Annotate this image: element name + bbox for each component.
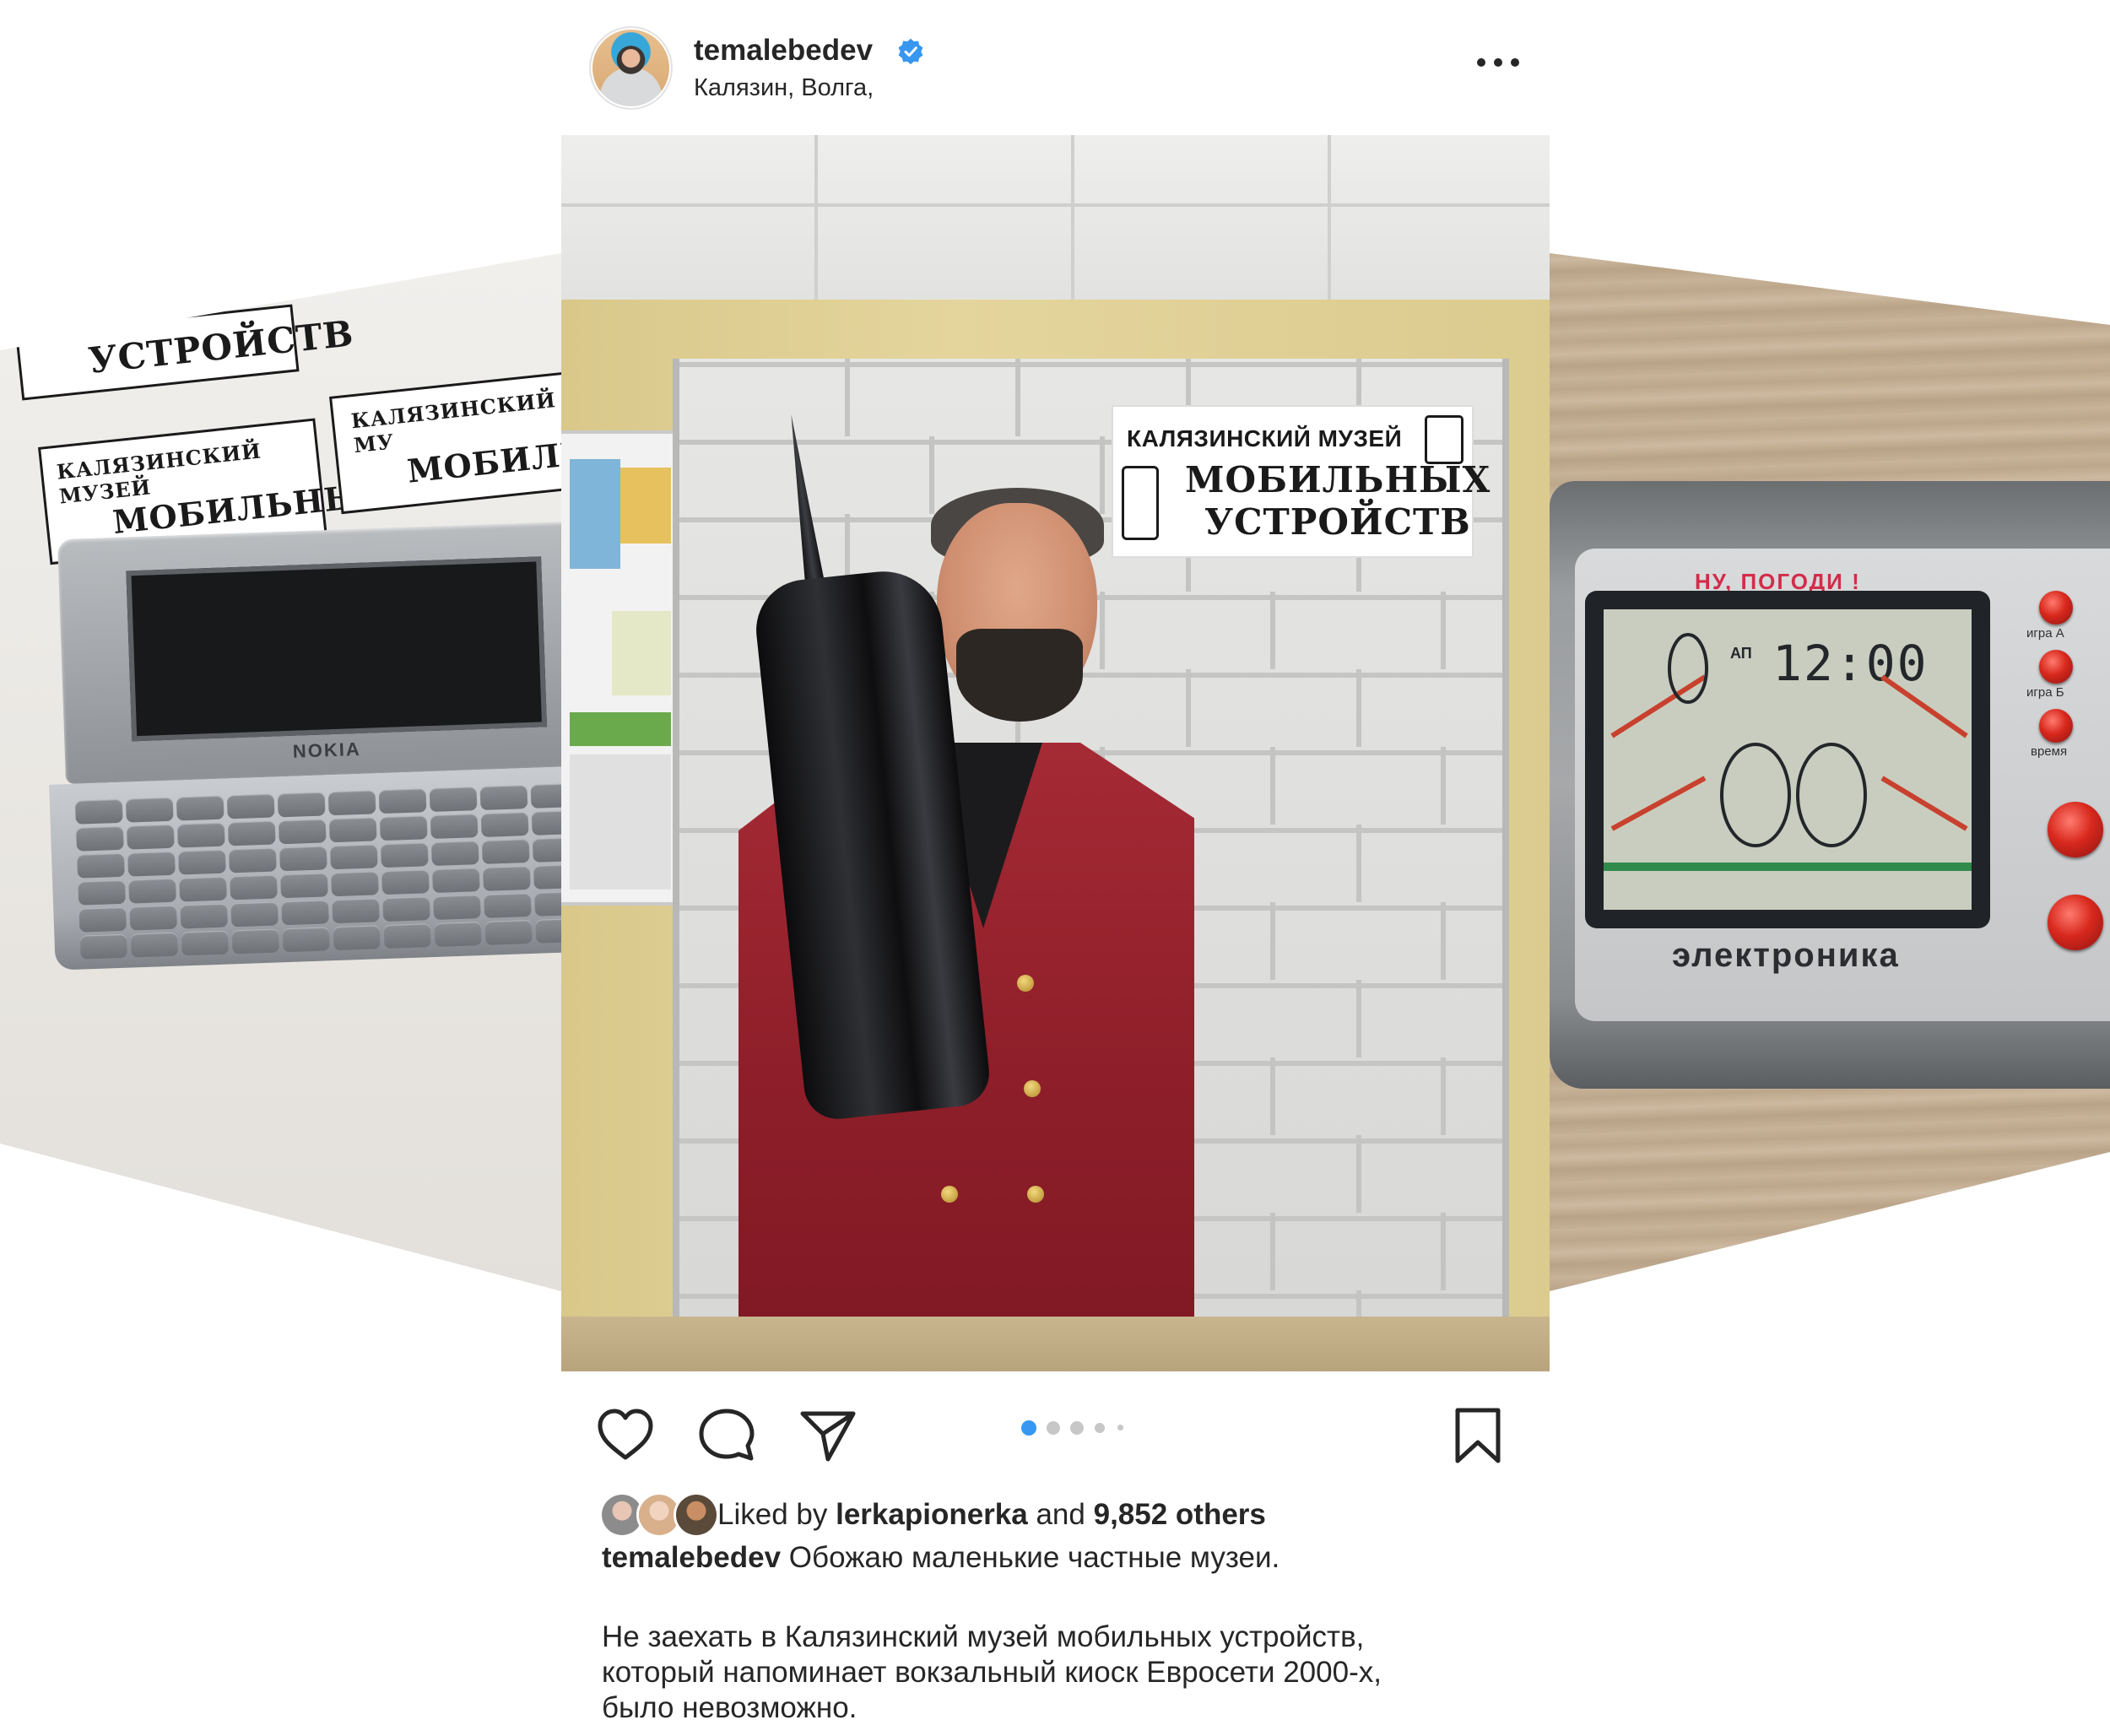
keyboard-keys	[74, 782, 561, 960]
floor	[561, 1317, 1550, 1371]
liker-avatar[interactable]	[602, 1495, 642, 1535]
sign-line-3: УСТРОЙСТВ	[1204, 501, 1471, 543]
lcd-frame: АП 12:00	[1585, 591, 1990, 928]
time-label: время	[2031, 744, 2068, 759]
museum-sign: КАЛЯЗИНСКИЙ МУЗЕЙ МОБИЛЬНЫХ УСТРОЙСТВ	[1112, 405, 1490, 558]
noticeboard	[561, 430, 683, 906]
post-caption: temalebedev Обожаю маленькие частные муз…	[602, 1540, 1513, 1726]
carousel-dot	[1070, 1421, 1084, 1435]
nokia-communicator: NOKIA	[41, 521, 561, 979]
instagram-post-screenshot: УСТРОЙСТВ КАЛЯЗИНСКИЙ МУЗЕЙ МОБИЛЬНЫХ КА…	[0, 0, 2110, 1736]
previous-slide-preview[interactable]: УСТРОЙСТВ КАЛЯЗИНСКИЙ МУЗЕЙ МОБИЛЬНЫХ КА…	[0, 253, 561, 1291]
post-card: temalebedev Калязин, Волга, КАЛЯЗИНСКИЙ …	[561, 0, 1550, 1736]
carousel-dot-active	[1021, 1420, 1036, 1436]
caption-first-line: Обожаю маленькие частные музеи.	[788, 1541, 1280, 1574]
lcd-game-graphics	[1604, 633, 1972, 871]
post-photo[interactable]: КАЛЯЗИНСКИЙ МУЗЕЙ МОБИЛЬНЫХ УСТРОЙСТВ	[561, 135, 1550, 1371]
post-location[interactable]: Калязин, Волга,	[694, 74, 874, 102]
likes-text: Liked by lerkapionerka and 9,852 others	[717, 1498, 1266, 1532]
share-send-icon[interactable]	[798, 1405, 858, 1466]
likes-count[interactable]: 9,852 others	[1094, 1498, 1266, 1531]
liker-avatar[interactable]	[639, 1495, 679, 1535]
post-username[interactable]: temalebedev	[694, 34, 873, 68]
comment-icon[interactable]	[696, 1405, 757, 1466]
device-screen	[126, 556, 548, 742]
caption-line: который напоминает вокзальный киоск Евро…	[602, 1656, 1382, 1689]
save-bookmark-icon[interactable]	[1447, 1405, 1508, 1466]
likes-prefix: Liked by	[717, 1498, 828, 1531]
caption-author[interactable]: temalebedev	[602, 1541, 781, 1574]
mobile-phone-icon	[1122, 466, 1159, 540]
elektronika-game-device: НУ, ПОГОДИ ! АП 12:00 игра А игра Б врем…	[1550, 481, 2110, 1089]
museum-sign-top: УСТРОЙСТВ	[15, 304, 356, 401]
game-a-label: игра А	[2026, 626, 2064, 641]
next-slide-preview[interactable]: НУ, ПОГОДИ ! АП 12:00 игра А игра Б врем…	[1550, 253, 2110, 1291]
game-b-label: игра Б	[2026, 685, 2064, 700]
person-beard	[956, 629, 1083, 722]
device-lid: NOKIA	[57, 521, 561, 785]
post-header: temalebedev Калязин, Волга,	[561, 0, 1550, 135]
device-keyboard	[49, 765, 561, 971]
device-brand: NOKIA	[292, 738, 362, 762]
sign-line-2: МОБИЛЬНЫХ	[1185, 459, 1491, 500]
game-a-button[interactable]	[2039, 591, 2073, 625]
avatar[interactable]	[591, 28, 671, 108]
carousel-dot	[1047, 1421, 1060, 1435]
left-action-button[interactable]	[2048, 802, 2103, 857]
liker-username[interactable]: lerkapionerka	[836, 1498, 1028, 1531]
ceiling	[561, 135, 1550, 300]
sign-line-1: КАЛЯЗИНСКИЙ МУЗЕЙ	[1127, 425, 1403, 452]
like-heart-icon[interactable]	[595, 1405, 656, 1466]
carousel-indicator	[1021, 1420, 1156, 1437]
caption-line: Не заехать в Калязинский музей мобильных…	[602, 1620, 1365, 1653]
time-button[interactable]	[2039, 709, 2073, 743]
more-options-icon[interactable]	[1473, 52, 1523, 73]
sign-text: УСТРОЙСТВ	[86, 312, 356, 381]
carousel-dot	[1117, 1425, 1123, 1430]
verified-badge-icon	[898, 38, 923, 65]
carousel-dot	[1095, 1423, 1105, 1433]
lcd-screen: АП 12:00	[1604, 609, 1972, 910]
liker-avatar[interactable]	[676, 1495, 717, 1535]
museum-sign-right: КАЛЯЗИНСКИЙ МУ МОБИЛЬ	[329, 371, 561, 515]
likes-connector: and	[1036, 1498, 1085, 1531]
caption-line: было невозможно.	[602, 1691, 858, 1724]
game-b-button[interactable]	[2039, 650, 2073, 684]
likes-row: Liked by lerkapionerka and 9,852 others	[602, 1490, 1530, 1540]
device-brand: электроника	[1672, 937, 1900, 974]
game-device-icon	[1425, 415, 1463, 464]
right-action-button[interactable]	[2048, 895, 2103, 950]
